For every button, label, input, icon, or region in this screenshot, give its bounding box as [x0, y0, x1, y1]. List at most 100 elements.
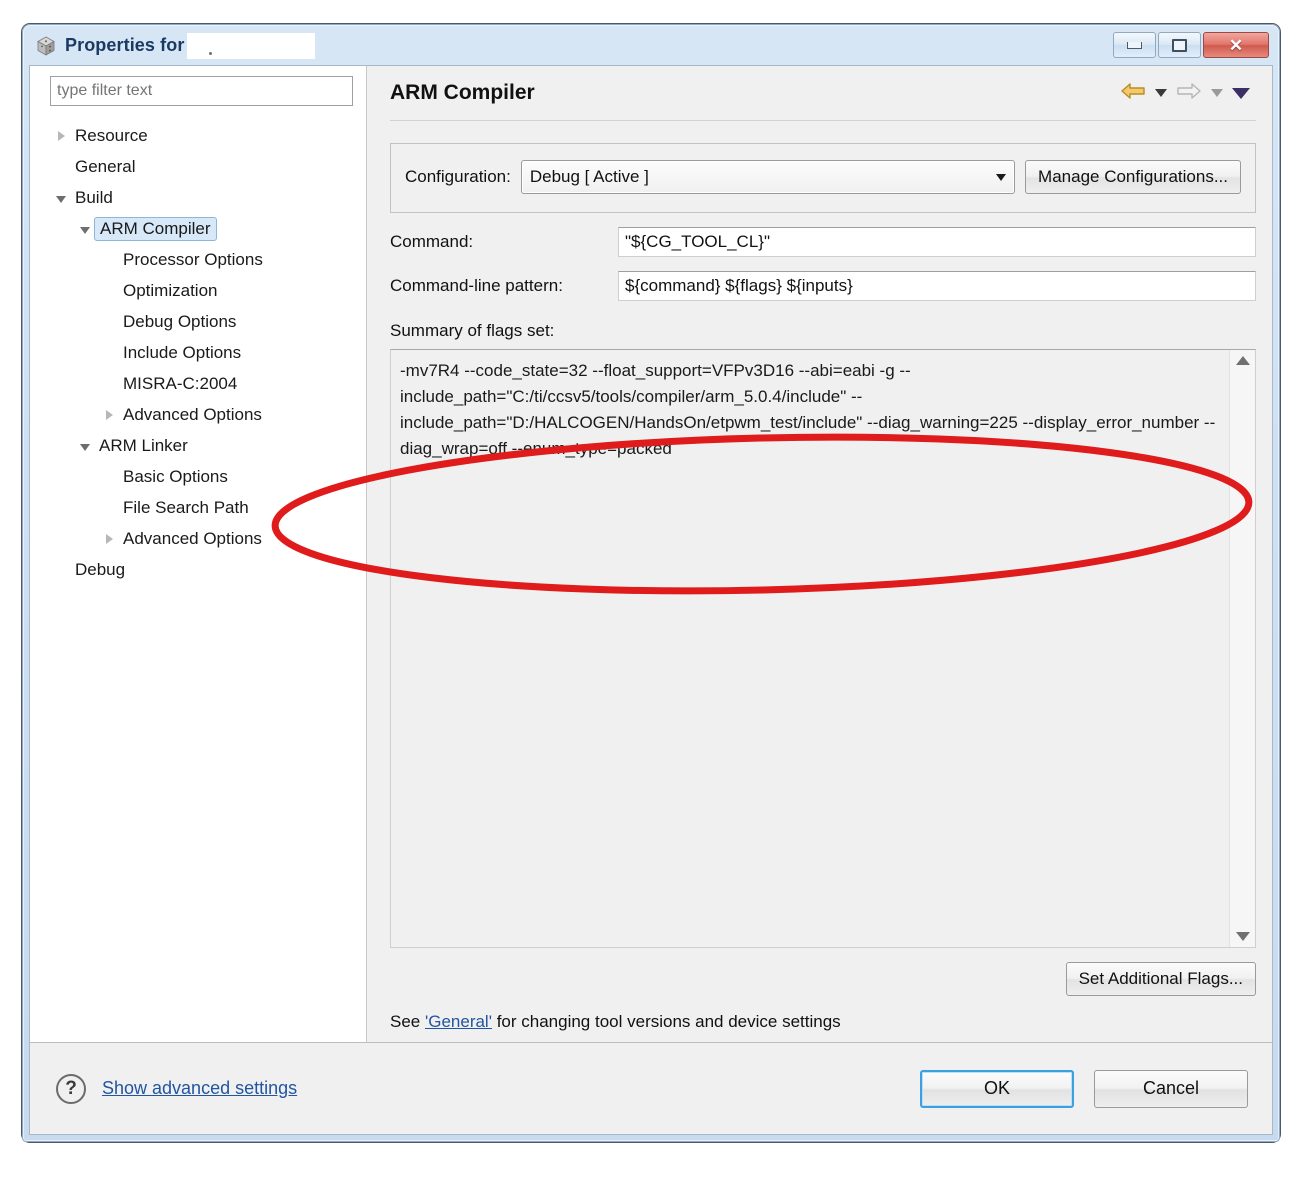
general-note-prefix: See: [390, 1012, 425, 1031]
sidebar-item-debug[interactable]: Debug: [50, 554, 365, 585]
sidebar-item-build[interactable]: Build: [50, 182, 365, 213]
chevron-right-glyph: [106, 534, 113, 544]
command-label: Command:: [390, 232, 618, 252]
sidebar-item-label: MISRA-C:2004: [120, 374, 240, 394]
sidebar-item-label: ARM Compiler: [94, 217, 217, 241]
back-arrow-icon[interactable]: [1120, 80, 1146, 107]
ok-button[interactable]: OK: [920, 1070, 1074, 1108]
general-note: See 'General' for changing tool versions…: [390, 1012, 1256, 1032]
page-title: ARM Compiler: [390, 81, 535, 105]
command-row: Command:: [390, 227, 1256, 257]
configuration-group: Configuration: Debug [ Active ] Manage C…: [390, 143, 1256, 213]
command-line-pattern-row: Command-line pattern:: [390, 271, 1256, 301]
configuration-value: Debug [ Active ]: [530, 167, 649, 187]
sidebar-item-label: Include Options: [120, 343, 244, 363]
question-mark-icon[interactable]: ?: [56, 1074, 86, 1104]
filter-wrap: [30, 76, 365, 106]
cancel-button[interactable]: Cancel: [1094, 1070, 1248, 1108]
sidebar-item-include-options[interactable]: Include Options: [50, 337, 365, 368]
sidebar-item-label: Build: [72, 188, 116, 208]
general-link[interactable]: 'General': [425, 1012, 492, 1031]
sidebar-item-debug-options[interactable]: Debug Options: [50, 306, 365, 337]
sidebar-item-basic-options[interactable]: Basic Options: [50, 461, 365, 492]
sidebar-item-label: Processor Options: [120, 250, 266, 270]
settings-tree-pane: Resource General Build ARM Compiler Processo…: [30, 66, 366, 1042]
sidebar-item-label: Debug Options: [120, 312, 239, 332]
header-separator: [390, 120, 1256, 121]
sidebar-item-label: Advanced Options: [120, 405, 265, 425]
properties-dialog: Properties for ✕ Resource General Build ARM…: [22, 24, 1280, 1142]
project-name-redacted: [187, 33, 315, 59]
window-controls: ✕: [1113, 32, 1271, 58]
chevron-down-icon: [996, 174, 1006, 181]
sidebar-item-label: Resource: [72, 126, 151, 146]
content-pane: ARM Compiler: [372, 66, 1272, 1042]
cube-icon: [35, 35, 57, 57]
set-additional-flags-row: Set Additional Flags...: [390, 962, 1256, 996]
minimize-button[interactable]: [1113, 32, 1156, 58]
back-history-chevron-down-icon[interactable]: [1155, 89, 1167, 97]
chevron-right-glyph: [106, 410, 113, 420]
sidebar-item-label: ARM Linker: [96, 436, 191, 456]
sidebar-item-label: Advanced Options: [120, 529, 265, 549]
dialog-client-area: Resource General Build ARM Compiler Processo…: [29, 65, 1273, 1135]
sidebar-item-advanced-options[interactable]: Advanced Options: [50, 399, 365, 430]
chevron-right-icon[interactable]: [98, 534, 120, 544]
title-bar: Properties for ✕: [23, 25, 1279, 65]
sidebar-item-arm-compiler[interactable]: ARM Compiler: [50, 213, 365, 244]
chevron-down-icon[interactable]: [74, 225, 96, 232]
sidebar-item-general[interactable]: General: [50, 151, 365, 182]
close-button[interactable]: ✕: [1203, 32, 1269, 58]
set-additional-flags-button[interactable]: Set Additional Flags...: [1066, 962, 1256, 996]
scroll-down-arrow-icon[interactable]: [1236, 932, 1250, 941]
configuration-label: Configuration:: [405, 167, 511, 187]
sidebar-item-misra-c-2004[interactable]: MISRA-C:2004: [50, 368, 365, 399]
sidebar-item-advanced-options[interactable]: Advanced Options: [50, 523, 365, 554]
forward-history-chevron-down-icon[interactable]: [1211, 89, 1223, 97]
sidebar-item-label: Debug: [72, 560, 128, 580]
sidebar-item-optimization[interactable]: Optimization: [50, 275, 365, 306]
sidebar-item-processor-options[interactable]: Processor Options: [50, 244, 365, 275]
summary-of-flags-label: Summary of flags set:: [390, 321, 1256, 341]
summary-of-flags-box: -mv7R4 --code_state=32 --float_support=V…: [390, 349, 1256, 948]
sidebar-item-label: Optimization: [120, 281, 220, 301]
close-icon: ✕: [1229, 37, 1243, 54]
chevron-down-glyph: [80, 444, 90, 451]
view-menu-chevron-down-icon[interactable]: [1232, 88, 1250, 99]
dialog-button-bar: ? Show advanced settings OK Cancel: [30, 1042, 1272, 1134]
chevron-down-icon[interactable]: [50, 194, 72, 201]
scroll-up-arrow-icon[interactable]: [1236, 356, 1250, 365]
dialog-actions: OK Cancel: [920, 1070, 1248, 1108]
configuration-select[interactable]: Debug [ Active ]: [521, 160, 1015, 194]
search-input[interactable]: [50, 76, 353, 106]
forward-arrow-icon: [1176, 80, 1202, 107]
chevron-right-icon[interactable]: [98, 410, 120, 420]
chevron-right-icon[interactable]: [50, 131, 72, 141]
restore-icon: [1172, 39, 1187, 52]
sidebar-item-file-search-path[interactable]: File Search Path: [50, 492, 365, 523]
configuration-row: Configuration: Debug [ Active ] Manage C…: [405, 160, 1241, 194]
bottom-links: Show advanced settings: [102, 1078, 297, 1099]
content-header: ARM Compiler: [390, 66, 1256, 120]
chevron-right-glyph: [58, 131, 65, 141]
summary-scrollbar[interactable]: [1229, 350, 1255, 947]
command-line-pattern-label: Command-line pattern:: [390, 276, 618, 296]
sidebar-item-label: Basic Options: [120, 467, 231, 487]
sidebar-item-arm-linker[interactable]: ARM Linker: [50, 430, 365, 461]
chevron-down-glyph: [80, 227, 90, 234]
command-input[interactable]: [618, 227, 1256, 257]
minimize-icon: [1127, 42, 1142, 49]
settings-tree: Resource General Build ARM Compiler Processo…: [30, 120, 365, 1042]
chevron-down-icon[interactable]: [74, 442, 96, 449]
restore-button[interactable]: [1158, 32, 1201, 58]
sidebar-item-label: General: [72, 157, 138, 177]
manage-configurations-button[interactable]: Manage Configurations...: [1025, 160, 1241, 194]
chevron-down-glyph: [56, 196, 66, 203]
navigation-icons: [1120, 80, 1256, 107]
dialog-body: Resource General Build ARM Compiler Processo…: [30, 66, 1272, 1042]
sidebar-item-resource[interactable]: Resource: [50, 120, 365, 151]
show-advanced-settings-link[interactable]: Show advanced settings: [102, 1078, 297, 1099]
general-note-suffix: for changing tool versions and device se…: [492, 1012, 841, 1031]
command-line-pattern-input[interactable]: [618, 271, 1256, 301]
window-title: Properties for: [65, 35, 184, 56]
